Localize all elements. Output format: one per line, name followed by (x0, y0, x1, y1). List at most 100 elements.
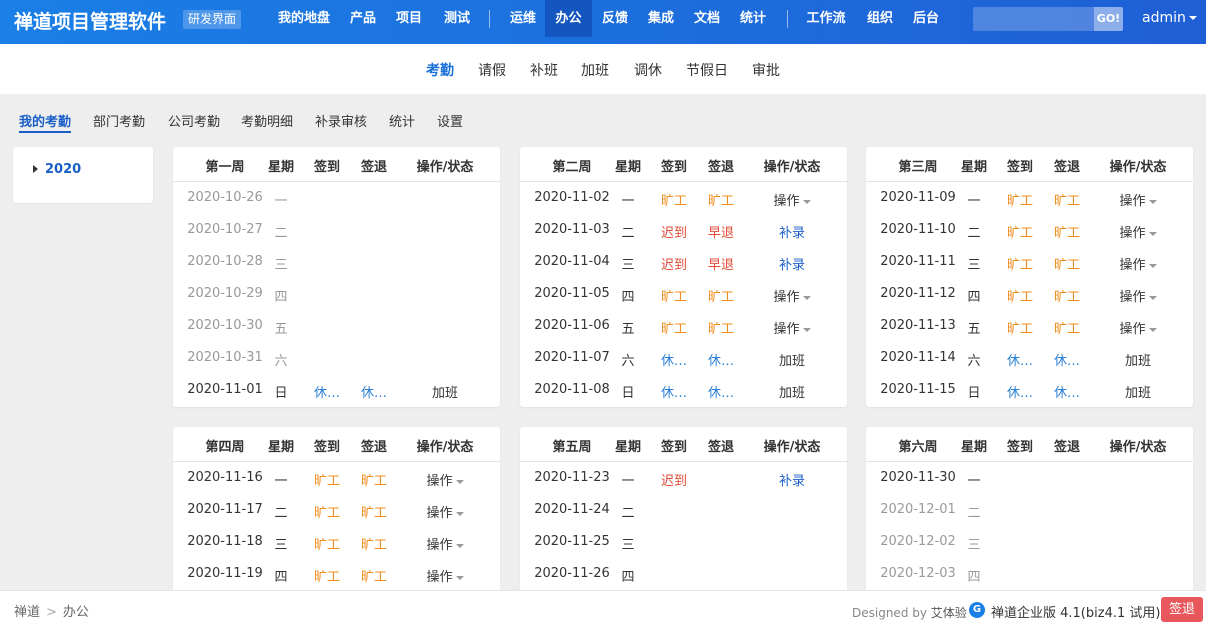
signin-status[interactable]: 休… (652, 382, 696, 401)
tab-3[interactable]: 考勤明细 (241, 111, 293, 133)
signout-status[interactable]: 早退 (699, 222, 743, 241)
nav-item-4[interactable]: 运维 (502, 0, 544, 37)
signin-status[interactable]: 旷工 (998, 318, 1042, 337)
signout-status[interactable]: 休… (352, 382, 396, 401)
breadcrumb-item-office[interactable]: 办公 (63, 605, 89, 620)
signin-status[interactable]: 休… (305, 382, 349, 401)
nav-item-8[interactable]: 文档 (686, 0, 728, 37)
op-dropdown[interactable]: 操作 (773, 322, 799, 337)
signout-status[interactable]: 旷工 (699, 318, 743, 337)
nav-item-12[interactable]: 后台 (905, 0, 947, 37)
subnav-item-1[interactable]: 请假 (478, 60, 506, 80)
signout-status[interactable]: 早退 (699, 254, 743, 273)
caret-right-icon[interactable] (33, 165, 38, 173)
makeup-link[interactable]: 补录 (779, 258, 805, 273)
signin-status[interactable]: 旷工 (998, 286, 1042, 305)
op-dropdown[interactable]: 操作 (1119, 290, 1145, 305)
signout-status[interactable]: 旷工 (1045, 286, 1089, 305)
op-dropdown[interactable]: 操作 (773, 290, 799, 305)
nav-item-0[interactable]: 我的地盘 (270, 0, 338, 37)
signout-status[interactable]: 休… (699, 350, 743, 369)
tab-0[interactable]: 我的考勤 (19, 111, 72, 133)
user-menu[interactable]: admin (1142, 0, 1197, 37)
signin-status[interactable]: 休… (998, 382, 1042, 401)
signout-status[interactable]: 旷工 (1045, 318, 1089, 337)
signin-status[interactable]: 休… (652, 350, 696, 369)
signin-status[interactable]: 旷工 (998, 222, 1042, 241)
row-date: 2020-11-19 (187, 566, 263, 581)
signin-status[interactable]: 旷工 (998, 254, 1042, 273)
nav-item-7[interactable]: 集成 (640, 0, 682, 37)
subnav-item-4[interactable]: 调休 (634, 60, 662, 80)
app-brand[interactable]: 禅道项目管理软件 (14, 7, 166, 34)
subnav-item-0[interactable]: 考勤 (426, 60, 454, 80)
nav-item-9[interactable]: 统计 (732, 0, 774, 37)
nav-item-1[interactable]: 产品 (342, 0, 384, 37)
op-dropdown[interactable]: 操作 (1119, 258, 1145, 273)
signout-status[interactable]: 旷工 (699, 286, 743, 305)
signin-status[interactable]: 旷工 (652, 318, 696, 337)
signout-status[interactable]: 旷工 (352, 470, 396, 489)
signout-status[interactable]: 旷工 (352, 566, 396, 585)
op-dropdown[interactable]: 操作 (426, 538, 452, 553)
op-dropdown[interactable]: 操作 (1119, 226, 1145, 241)
year-tree-item[interactable]: 2020 (45, 162, 81, 177)
signout-status[interactable]: 旷工 (1045, 190, 1089, 209)
signin-status[interactable]: 旷工 (652, 286, 696, 305)
makeup-link[interactable]: 补录 (779, 226, 805, 241)
nav-item-10[interactable]: 工作流 (801, 0, 851, 37)
signin-status[interactable]: 旷工 (305, 534, 349, 553)
op-dropdown[interactable]: 操作 (426, 570, 452, 585)
signout-status[interactable]: 休… (699, 382, 743, 401)
signout-status[interactable]: 休… (1045, 382, 1089, 401)
interface-switch-badge[interactable]: 研发界面 (183, 10, 242, 29)
search-input[interactable] (973, 7, 1094, 31)
signout-status[interactable]: 休… (1045, 350, 1089, 369)
designed-by-link[interactable]: 艾体验 (931, 606, 967, 620)
tab-1[interactable]: 部门考勤 (93, 111, 145, 133)
signout-status[interactable]: 旷工 (1045, 254, 1089, 273)
nav-item-3[interactable]: 测试 (436, 0, 478, 37)
nav-item-2[interactable]: 项目 (388, 0, 430, 37)
nav-item-6[interactable]: 反馈 (594, 0, 636, 37)
op-status: 加班 (1124, 386, 1151, 401)
signout-status[interactable]: 旷工 (699, 190, 743, 209)
table-row: 2020-11-26 四 (520, 558, 847, 590)
signin-status[interactable]: 旷工 (305, 470, 349, 489)
nav-item-11[interactable]: 组织 (859, 0, 901, 37)
subnav-item-6[interactable]: 审批 (752, 60, 780, 80)
subnav-item-5[interactable]: 节假日 (686, 60, 728, 80)
signout-status[interactable]: 旷工 (1045, 222, 1089, 241)
signin-status[interactable]: 旷工 (998, 190, 1042, 209)
search-go-button[interactable]: GO! (1094, 7, 1123, 31)
signin-status[interactable]: 迟到 (652, 254, 696, 273)
chevron-down-icon (802, 295, 811, 300)
op-dropdown[interactable]: 操作 (1119, 322, 1145, 337)
breadcrumb-item-home[interactable]: 禅道 (14, 605, 40, 620)
sign-out-button[interactable]: 签退 (1161, 597, 1203, 622)
signout-status[interactable]: 旷工 (352, 502, 396, 521)
chevron-down-icon (1148, 199, 1157, 204)
tab-5[interactable]: 统计 (389, 111, 415, 133)
nav-item-5[interactable]: 办公 (545, 0, 592, 37)
row-date: 2020-11-05 (534, 286, 610, 301)
signin-status[interactable]: 旷工 (652, 190, 696, 209)
makeup-link[interactable]: 补录 (779, 474, 805, 489)
op-dropdown[interactable]: 操作 (773, 194, 799, 209)
signin-status[interactable]: 旷工 (305, 502, 349, 521)
version-info[interactable]: 禅道企业版 4.1(biz4.1 试用) (991, 602, 1160, 621)
signin-status[interactable]: 旷工 (305, 566, 349, 585)
op-dropdown[interactable]: 操作 (1119, 194, 1145, 209)
row-date: 2020-11-03 (534, 222, 610, 237)
op-dropdown[interactable]: 操作 (426, 474, 452, 489)
signin-status[interactable]: 迟到 (652, 222, 696, 241)
tab-6[interactable]: 设置 (437, 111, 463, 133)
tab-4[interactable]: 补录审核 (315, 111, 367, 133)
op-dropdown[interactable]: 操作 (426, 506, 452, 521)
signin-status[interactable]: 休… (998, 350, 1042, 369)
signin-status[interactable]: 迟到 (652, 470, 696, 489)
subnav-item-3[interactable]: 加班 (581, 60, 609, 80)
tab-2[interactable]: 公司考勤 (168, 111, 220, 133)
subnav-item-2[interactable]: 补班 (530, 60, 558, 80)
signout-status[interactable]: 旷工 (352, 534, 396, 553)
